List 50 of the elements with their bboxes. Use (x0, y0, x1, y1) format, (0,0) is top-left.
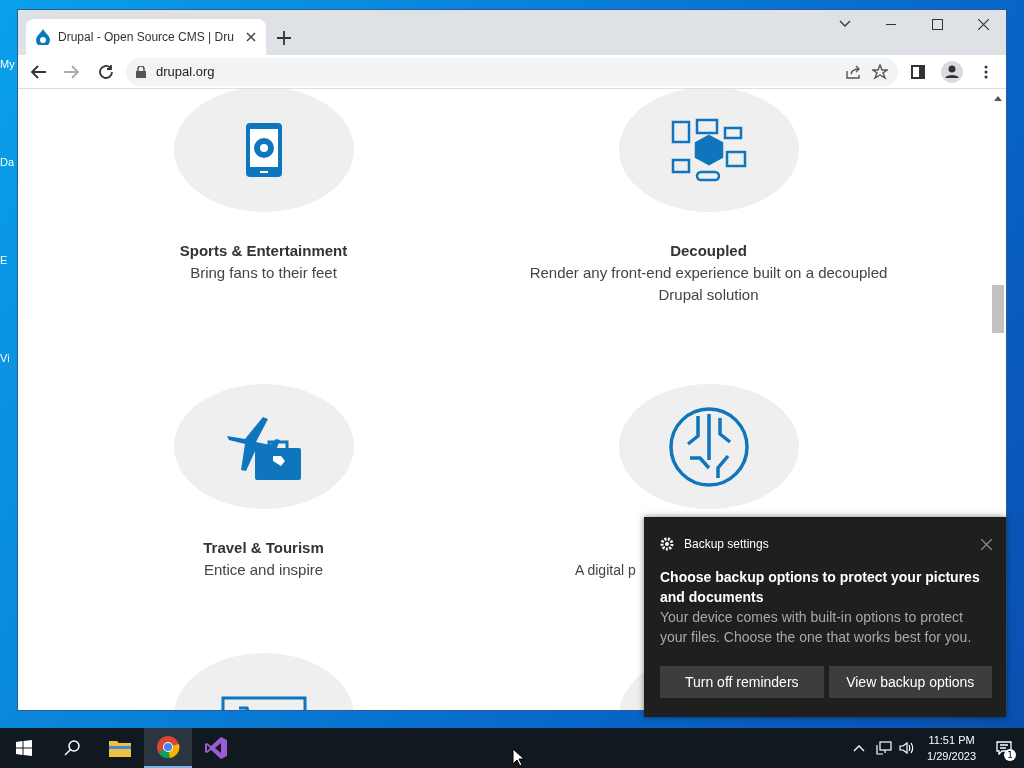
toast-app-name: Backup settings (684, 537, 770, 551)
browser-tab[interactable]: Drupal - Open Source CMS | Dru (26, 19, 266, 55)
maximize-icon[interactable] (931, 18, 943, 30)
card-title: Sports & Entertainment (179, 241, 348, 261)
share-icon[interactable] (846, 64, 862, 79)
tab-title: Drupal - Open Source CMS | Dru (58, 30, 235, 44)
card-title: Travel & Tourism (203, 538, 324, 558)
notification-button[interactable]: 1 (984, 728, 1024, 768)
chrome-icon (156, 735, 180, 759)
minimize-icon[interactable] (886, 23, 896, 25)
phone-icon (244, 121, 283, 178)
chevron-down-icon[interactable] (839, 20, 851, 28)
folder-icon (109, 739, 131, 757)
taskbar-app[interactable] (144, 728, 192, 768)
menu-icon[interactable] (984, 64, 988, 79)
visual-studio-icon (204, 736, 228, 760)
mouse-cursor-icon (512, 748, 524, 766)
reload-icon[interactable] (98, 63, 114, 80)
circuit-icon (667, 405, 750, 488)
card-description: Render any front-end experience built on a decoupled Drupal solution (528, 263, 889, 305)
side-panel-icon[interactable] (911, 64, 925, 79)
scroll-up-icon[interactable] (994, 95, 1002, 101)
devices-icon (670, 117, 747, 182)
chevron-up-icon[interactable] (853, 744, 866, 752)
address-bar[interactable]: drupal.org (126, 57, 898, 86)
notification-count: 1 (1004, 749, 1016, 761)
toast-title: Choose backup options to protect your pictures and documents (660, 568, 981, 607)
star-icon[interactable] (872, 63, 888, 80)
card-title: Decoupled (670, 241, 747, 261)
settings-icon (660, 537, 674, 551)
card-description: Entice and inspire (202, 560, 325, 580)
lock-icon (136, 65, 146, 78)
drop-logo-icon (36, 29, 50, 45)
close-icon[interactable] (981, 538, 992, 550)
network-icon[interactable] (876, 741, 893, 755)
close-icon[interactable] (977, 18, 989, 30)
back-icon[interactable] (30, 64, 46, 79)
search-icon[interactable] (64, 740, 80, 756)
toast-button[interactable]: Turn off reminders (660, 666, 824, 698)
volume-icon[interactable] (899, 741, 916, 755)
profile-icon[interactable] (941, 60, 963, 83)
card-description: Bring fans to their feet (189, 263, 338, 283)
scrollbar-thumb[interactable] (992, 285, 1004, 333)
new-tab-icon[interactable] (277, 30, 291, 45)
start-icon[interactable] (16, 740, 32, 756)
toast-message: Your device comes with built-in options to protect your files. Choose the one that works best for you. (660, 608, 973, 647)
close-icon[interactable] (246, 32, 256, 42)
clock[interactable]: 11:51 PM 1/29/2023 (919, 732, 984, 764)
card-description: A digital p (575, 561, 636, 580)
toast-button[interactable]: View backup options (828, 666, 992, 698)
